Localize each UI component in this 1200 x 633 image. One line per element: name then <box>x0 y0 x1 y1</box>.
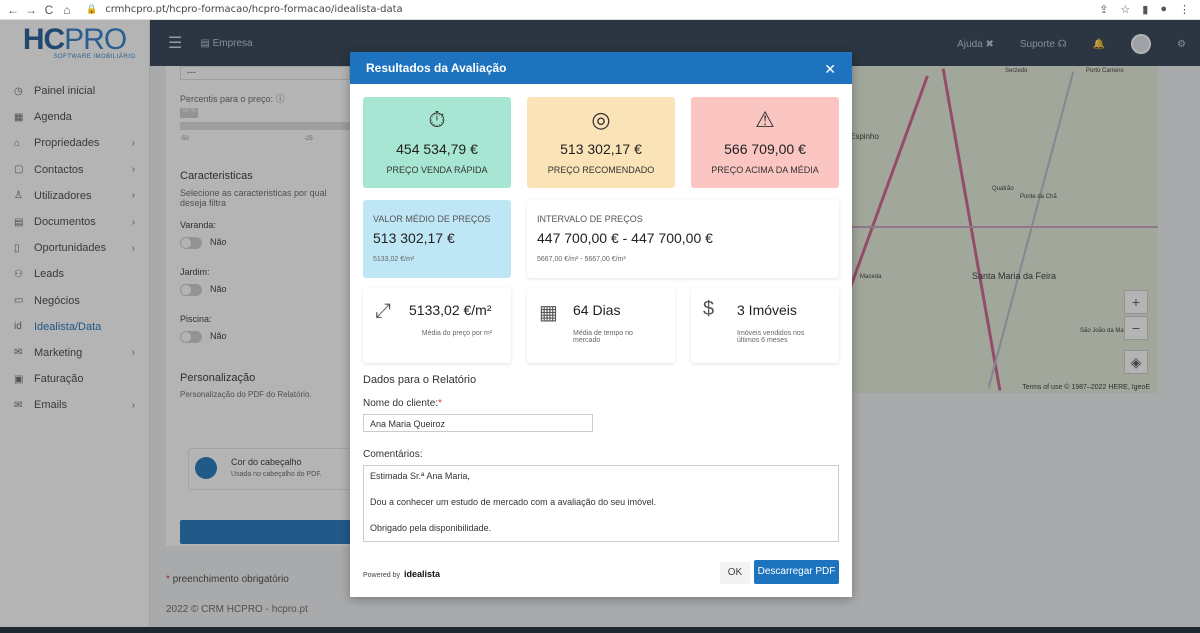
tile-recommended-label: PREÇO RECOMENDADO <box>547 165 655 175</box>
comments-label: Comentários: <box>363 449 423 460</box>
extension-icon[interactable]: ● <box>1160 3 1167 16</box>
stat-sold-value: 3 Imóveis <box>737 302 797 318</box>
calendar-icon: ▦ <box>539 302 558 324</box>
stat-days-desc: Média de tempo no mercado <box>573 330 633 344</box>
comments-textarea[interactable]: Estimada Sr.ª Ana Maria, Dou a conhecer … <box>363 465 839 542</box>
share-icon[interactable]: ⇪ <box>1099 3 1108 16</box>
ok-button[interactable]: OK <box>720 562 750 584</box>
tile-quick-sale-label: PREÇO VENDA RÁPIDA <box>386 165 488 175</box>
menu-icon[interactable]: ⋮ <box>1179 3 1190 16</box>
intervalo-label: INTERVALO DE PREÇOS <box>537 214 643 224</box>
reload-icon[interactable]: C <box>40 3 58 17</box>
client-name-label-text: Nome do cliente: <box>363 398 439 409</box>
comment-spacer <box>370 483 832 496</box>
warning-icon: ⚠ <box>755 107 775 132</box>
modal-title: Resultados da Avaliação <box>366 61 507 75</box>
idealista-logo: idealista <box>403 569 440 579</box>
forward-icon[interactable]: → <box>22 3 40 17</box>
tile-above-average-label: PREÇO ACIMA DA MÉDIA <box>711 165 819 175</box>
back-icon[interactable]: ← <box>4 3 22 17</box>
stat-sold-desc: Imóveis vendidos nos últimos 6 meses <box>737 330 805 344</box>
expand-icon: ⤢ <box>375 300 391 322</box>
target-icon: ◎ <box>591 107 611 132</box>
powered-by-text: Powered by <box>363 572 400 579</box>
intervalo-box: INTERVALO DE PREÇOS 447 700,00 € - 447 7… <box>527 200 839 278</box>
sidebar-icon[interactable]: ▮ <box>1142 3 1148 16</box>
stat-sold: $ 3 Imóveis Imóveis vendidos nos últimos… <box>691 288 839 363</box>
tile-quick-sale: ⏱ 454 534,79 € PREÇO VENDA RÁPIDA <box>363 97 511 188</box>
tile-recommended: ◎ 513 302,17 € PREÇO RECOMENDADO <box>527 97 675 188</box>
comment-line: Estimada Sr.ª Ana Maria, <box>370 471 470 481</box>
lock-icon: 🔒 <box>86 4 98 14</box>
star-icon[interactable]: ☆ <box>1120 3 1130 16</box>
stat-days: ▦ 64 Dias Média de tempo no mercado <box>527 288 675 363</box>
valor-medio-value: 513 302,17 € <box>373 230 455 246</box>
download-pdf-button[interactable]: Descarregar PDF <box>754 560 839 584</box>
powered-by: Powered by idealista <box>363 569 440 579</box>
tile-recommended-value: 513 302,17 € <box>560 141 642 157</box>
hand-money-icon: $ <box>703 298 715 320</box>
report-section-title: Dados para o Relatório <box>363 374 477 386</box>
comment-line: Dou a conhecer um estudo de mercado com … <box>370 497 657 507</box>
client-name-label: Nome do cliente:* <box>363 398 442 409</box>
tile-above-average-value: 566 709,00 € <box>724 141 806 157</box>
results-modal: Resultados da Avaliação ✕ ⏱ 454 534,79 €… <box>350 52 852 597</box>
home-icon[interactable]: ⌂ <box>58 3 76 17</box>
comment-line: Obrigado pela disponibilidade. <box>370 523 492 533</box>
stat-days-value: 64 Dias <box>573 302 621 318</box>
close-icon[interactable]: ✕ <box>824 61 836 78</box>
stat-price-m2-value: 5133,02 €/m² <box>409 302 492 318</box>
stat-price-m2-desc: Média do preço por m² <box>421 330 493 337</box>
tile-quick-sale-value: 454 534,79 € <box>396 141 478 157</box>
valor-medio-label: VALOR MÉDIO DE PREÇOS <box>373 214 491 224</box>
comment-spacer <box>370 509 832 522</box>
stopwatch-icon: ⏱ <box>428 107 446 132</box>
modal-header: Resultados da Avaliação <box>350 52 852 84</box>
browser-toolbar: ← → C ⌂ 🔒 crmhcpro.pt/hcpro-formacao/hcp… <box>0 0 1200 20</box>
client-name-input[interactable]: Ana Maria Queiroz <box>363 414 593 432</box>
intervalo-value: 447 700,00 € - 447 700,00 € <box>537 230 713 246</box>
address-bar[interactable]: crmhcpro.pt/hcpro-formacao/hcpro-formaca… <box>105 4 402 15</box>
intervalo-sub: 5667,00 €/m² - 5667,00 €/m² <box>537 256 626 263</box>
valor-medio-box: VALOR MÉDIO DE PREÇOS 513 302,17 € 5133,… <box>363 200 511 278</box>
valor-medio-sub: 5133,02 €/m² <box>373 256 415 263</box>
stat-price-m2: ⤢ 5133,02 €/m² Média do preço por m² <box>363 288 511 363</box>
required-star: * <box>438 398 442 409</box>
tile-above-average: ⚠ 566 709,00 € PREÇO ACIMA DA MÉDIA <box>691 97 839 188</box>
